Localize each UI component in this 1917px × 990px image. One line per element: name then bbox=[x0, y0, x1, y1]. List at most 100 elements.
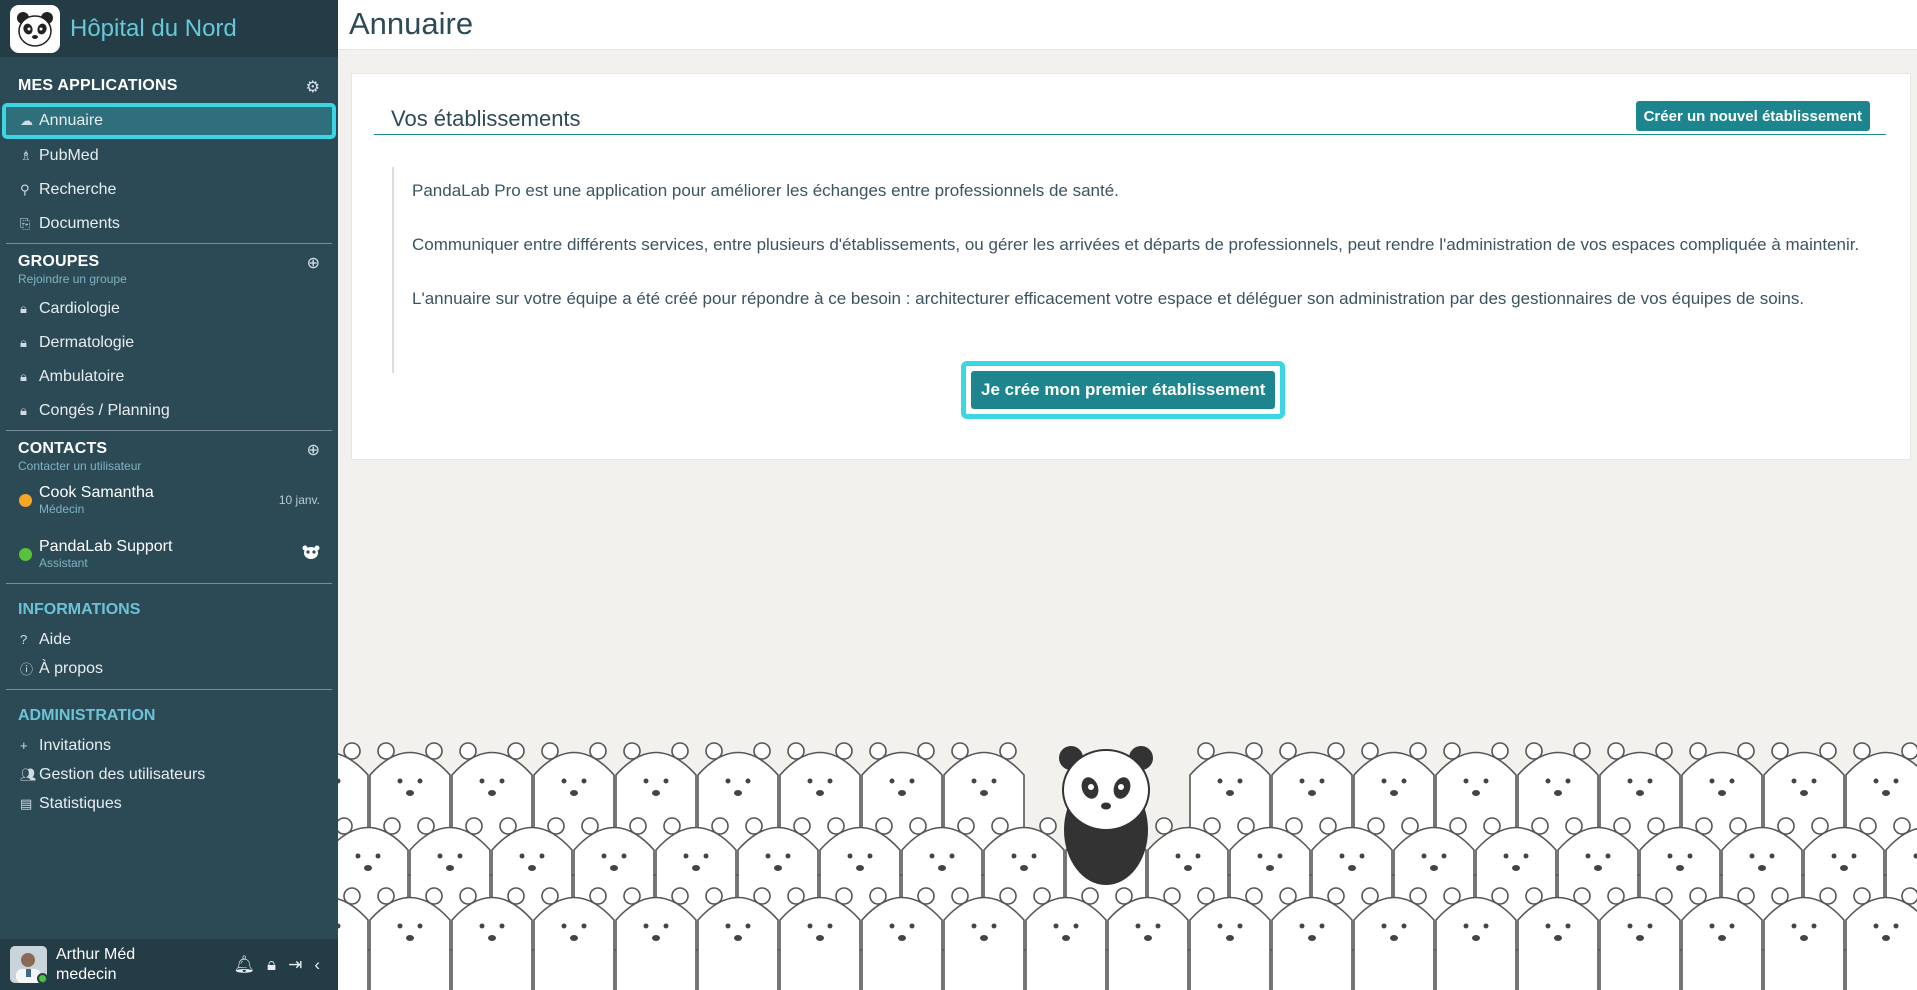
nav-item-label: PubMed bbox=[39, 147, 99, 164]
cloud-icon: ☁ bbox=[20, 113, 33, 128]
nav-item-label: Recherche bbox=[39, 181, 117, 198]
contact-role: Médecin bbox=[39, 502, 85, 516]
nav-item-invitations[interactable]: + Invitations bbox=[0, 731, 338, 760]
description-paragraph: L'annuaire sur votre équipe a été créé p… bbox=[412, 289, 1805, 308]
informations-section-title: INFORMATIONS bbox=[18, 601, 141, 618]
panda-icon bbox=[302, 545, 320, 564]
groups-list: 🔒︎ Cardiologie 🔒︎ Dermatologie 🔒︎ Ambula… bbox=[0, 292, 338, 428]
user-footer: Arthur Méd medecin 🔔︎ 🔒︎ ⇥ ‹ bbox=[0, 939, 338, 990]
administration-list: + Invitations 👥︎ Gestion des utilisateur… bbox=[0, 731, 338, 818]
users-icon: 👥︎ bbox=[20, 766, 37, 782]
nav-item-label: Gestion des utilisateurs bbox=[39, 765, 206, 783]
online-status-dot bbox=[37, 973, 47, 983]
groups-section-title: GROUPES bbox=[18, 253, 100, 270]
nav-item-recherche[interactable]: ⚲ Recherche bbox=[0, 173, 338, 207]
panda-illustration bbox=[1059, 746, 1153, 885]
contacts-section-title: CONTACTS bbox=[18, 440, 108, 457]
nav-item-label: Statistiques bbox=[39, 794, 122, 812]
divider bbox=[6, 243, 332, 244]
add-circle-icon[interactable]: ⊕ bbox=[307, 440, 320, 460]
lock-icon[interactable]: 🔒︎ bbox=[267, 955, 276, 975]
cta-highlight: Je crée mon premier établissement bbox=[961, 361, 1286, 419]
nav-item-annuaire[interactable]: ☁ Annuaire bbox=[2, 103, 336, 139]
nav-item-pubmed[interactable]: ♗ PubMed bbox=[0, 139, 338, 173]
apps-section-title: MES APPLICATIONS bbox=[18, 77, 178, 94]
pubmed-icon: ♗ bbox=[20, 148, 32, 163]
contacts-section-subtitle[interactable]: Contacter un utilisateur bbox=[18, 459, 141, 473]
nav-item-a-propos[interactable]: ⓘ À propos bbox=[0, 654, 338, 683]
plus-icon: + bbox=[20, 738, 28, 753]
contact-name: PandaLab Support bbox=[39, 538, 173, 555]
groups-section-subtitle[interactable]: Rejoindre un groupe bbox=[18, 272, 127, 286]
lock-icon: 🔒︎ bbox=[20, 335, 27, 350]
paperclip-icon: ⎘ bbox=[20, 216, 31, 231]
user-role: medecin bbox=[56, 965, 117, 983]
nav-item-label: Invitations bbox=[39, 736, 112, 754]
description-blockquote: PandaLab Pro est une application pour am… bbox=[392, 167, 1902, 373]
divider bbox=[6, 430, 332, 431]
establishments-card: Vos établissements Créer un nouvel établ… bbox=[351, 73, 1911, 460]
top-bar: Annuaire bbox=[338, 0, 1917, 50]
group-item-label: Dermatologie bbox=[39, 334, 135, 351]
contact-name: Cook Samantha bbox=[39, 484, 154, 501]
footer-actions: 🔔︎ 🔒︎ ⇥ ‹ bbox=[233, 955, 320, 975]
user-name: Arthur Méd bbox=[56, 945, 136, 963]
avatar[interactable] bbox=[10, 946, 47, 983]
card-title: Vos établissements bbox=[391, 106, 581, 131]
group-item-ambulatoire[interactable]: 🔒︎ Ambulatoire bbox=[0, 360, 338, 394]
sidebar-header: Hôpital du Nord bbox=[0, 0, 338, 57]
description-paragraph: Communiquer entre différents services, e… bbox=[412, 235, 1860, 254]
nav-item-label: Documents bbox=[39, 215, 120, 232]
contact-date: 10 janv. bbox=[278, 493, 320, 507]
create-establishment-button[interactable]: Créer un nouvel établissement bbox=[1635, 101, 1870, 131]
group-item-cardiologie[interactable]: 🔒︎ Cardiologie bbox=[0, 292, 338, 326]
apps-section-header: MES APPLICATIONS ⚙ bbox=[0, 77, 338, 97]
nav-item-gestion-utilisateurs[interactable]: 👥︎ Gestion des utilisateurs bbox=[0, 760, 338, 789]
user-info[interactable]: Arthur Méd medecin bbox=[56, 945, 233, 985]
status-dot bbox=[19, 547, 32, 561]
logout-icon[interactable]: ⇥ bbox=[288, 955, 302, 975]
contacts-section-header: CONTACTS Contacter un utilisateur ⊕ bbox=[0, 440, 338, 473]
lock-icon: 🔒︎ bbox=[20, 403, 27, 418]
chevron-left-icon[interactable]: ‹ bbox=[314, 955, 320, 975]
groups-section-header: GROUPES Rejoindre un groupe ⊕ bbox=[0, 253, 338, 286]
nav-item-documents[interactable]: ⎘ Documents bbox=[0, 207, 338, 241]
card-header: Vos établissements Créer un nouvel établ… bbox=[374, 92, 1886, 135]
contact-item-cook-samantha[interactable]: Cook Samantha Médecin 10 janv. bbox=[0, 473, 338, 527]
group-item-label: Ambulatoire bbox=[39, 368, 125, 385]
contact-role: Assistant bbox=[39, 556, 88, 570]
contact-item-pandalab-support[interactable]: PandaLab Support Assistant bbox=[0, 527, 338, 581]
bell-icon[interactable]: 🔔︎ bbox=[233, 955, 255, 975]
group-item-dermatologie[interactable]: 🔒︎ Dermatologie bbox=[0, 326, 338, 360]
question-icon: ? bbox=[20, 632, 28, 647]
divider bbox=[6, 689, 332, 690]
lock-icon: 🔒︎ bbox=[20, 369, 27, 384]
bears-illustration bbox=[338, 742, 1917, 990]
group-item-conges-planning[interactable]: 🔒︎ Congés / Planning bbox=[0, 394, 338, 428]
contacts-list: Cook Samantha Médecin 10 janv. PandaLab … bbox=[0, 473, 338, 581]
sidebar: Hôpital du Nord MES APPLICATIONS ⚙ ☁ Ann… bbox=[0, 0, 338, 990]
search-icon: ⚲ bbox=[20, 182, 30, 197]
stats-icon: ▤ bbox=[20, 795, 33, 811]
status-dot bbox=[19, 493, 32, 507]
nav-item-label: Annuaire bbox=[39, 112, 104, 129]
informations-list: ? Aide ⓘ À propos bbox=[0, 625, 338, 683]
hospital-name[interactable]: Hôpital du Nord bbox=[70, 15, 237, 43]
group-item-label: Congés / Planning bbox=[39, 402, 170, 419]
nav-item-label: À propos bbox=[39, 659, 104, 677]
description-paragraph: PandaLab Pro est une application pour am… bbox=[412, 181, 1119, 200]
nav-item-aide[interactable]: ? Aide bbox=[0, 625, 338, 654]
apps-list: ☁ Annuaire ♗ PubMed ⚲ Recherche ⎘ Docume… bbox=[0, 103, 338, 241]
info-icon: ⓘ bbox=[20, 662, 34, 677]
nav-item-statistiques[interactable]: ▤ Statistiques bbox=[0, 789, 338, 818]
divider bbox=[6, 583, 332, 584]
panda-logo-icon[interactable] bbox=[10, 4, 60, 53]
add-circle-icon[interactable]: ⊕ bbox=[307, 253, 320, 273]
lock-icon: 🔒︎ bbox=[20, 301, 27, 316]
administration-section-title: ADMINISTRATION bbox=[18, 707, 156, 724]
gear-icon[interactable]: ⚙ bbox=[306, 77, 320, 97]
page-title: Annuaire bbox=[349, 6, 474, 41]
group-item-label: Cardiologie bbox=[39, 300, 120, 317]
nav-item-label: Aide bbox=[39, 630, 72, 648]
create-first-establishment-button[interactable]: Je crée mon premier établissement bbox=[971, 371, 1276, 409]
